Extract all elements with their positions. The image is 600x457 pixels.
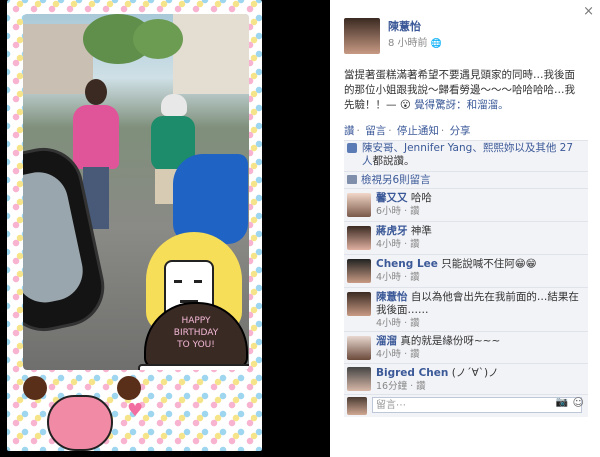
cake-text-2: BIRTHDAY (173, 328, 219, 338)
comment-item: Bigred Chen (ノ´∀`)ノ 16分鐘 · 讚 (344, 363, 588, 394)
commenter-avatar[interactable] (347, 292, 371, 316)
commenter-name[interactable]: Bigred Chen (376, 367, 448, 379)
surprised-icon: 😮 (399, 99, 411, 111)
comment-text: (ノ´∀`)ノ (451, 367, 499, 379)
cake-text-3: TO YOU! (177, 340, 215, 350)
comment-text: 神準 (410, 225, 432, 237)
likes-summary: 陳安哥、Jennifer Yang、熙熙妳以及其他 27 人都說讚。 (344, 140, 588, 171)
comment-text: 真的就是緣份呀~~~ (400, 335, 501, 347)
photo-scooter (173, 154, 248, 244)
thumbs-up-icon (347, 143, 357, 153)
comment-input[interactable]: 留言⋯ (372, 397, 582, 413)
photo[interactable]: HAPPY BIRTHDAY TO YOU! ♥ (7, 0, 262, 451)
commenter-avatar[interactable] (347, 336, 371, 360)
commenter-name[interactable]: 蔣虎牙 (376, 225, 408, 237)
comment-item: 馨又又 哈哈 6小時 · 讚 (344, 188, 588, 221)
view-previous-comments[interactable]: 檢視另6則留言 (344, 171, 588, 188)
heart-icon: ♥ (127, 400, 144, 421)
comment-like-link[interactable]: 讚 (410, 272, 420, 283)
comment-like-link[interactable]: 讚 (410, 239, 420, 250)
commenter-avatar[interactable] (347, 367, 371, 391)
comment-item: 溜溜 真的就是緣份呀~~~ 4小時 · 讚 (344, 331, 588, 363)
share-link[interactable]: 分享 (450, 125, 471, 137)
comment-item: Cheng Lee 只能說喊不住阿😁😁 4小時 · 讚 (344, 254, 588, 287)
author-avatar[interactable] (344, 18, 380, 54)
viewer-avatar (347, 397, 367, 415)
post-feeling[interactable]: 覺得驚訝：和溜溜。 (414, 99, 509, 111)
commenter-avatar[interactable] (347, 226, 371, 250)
post-text: 當提著蛋糕滿著希望不要遇見頭家的同時…我後面的那位小姐跟我說～歸看勞邊～～～哈哈… (344, 68, 584, 113)
comment-like-link[interactable]: 讚 (416, 381, 426, 392)
comment-link[interactable]: 留言 (365, 125, 386, 137)
comment-time[interactable]: 4小時 (376, 318, 401, 329)
comment-text: 只能說喊不住阿😁😁 (441, 258, 537, 270)
photo-street-scene: HAPPY BIRTHDAY TO YOU! (23, 14, 249, 370)
cake-text-1: HAPPY (181, 316, 211, 326)
comment-like-link[interactable]: 讚 (410, 318, 420, 329)
close-icon[interactable]: × (583, 4, 594, 19)
comment-like-link[interactable]: 讚 (410, 206, 420, 217)
comment-like-link[interactable]: 讚 (410, 349, 420, 360)
photo-cartoon-character: HAPPY BIRTHDAY TO YOU! (138, 232, 249, 370)
comment-time[interactable]: 4小時 (376, 349, 401, 360)
comment-bubble-icon (347, 175, 357, 184)
comment-time[interactable]: 16分鐘 (376, 381, 407, 392)
comment-time[interactable]: 6小時 (376, 206, 401, 217)
likes-suffix: 都說讚。 (372, 155, 415, 167)
post-time-text[interactable]: 8 小時前 (388, 38, 428, 49)
commenter-avatar[interactable] (347, 259, 371, 283)
comment-time[interactable]: 4小時 (376, 239, 401, 250)
commenter-name[interactable]: 陳薏怡 (376, 291, 408, 303)
comment-item: 蔣虎牙 神準 4小時 · 讚 (344, 221, 588, 254)
commenter-avatar[interactable] (347, 193, 371, 217)
commenter-name[interactable]: 溜溜 (376, 335, 397, 347)
post-actions: 讚 · 留言 · 停止通知 · 分享 (344, 125, 471, 137)
emoji-icon[interactable]: ☺ (573, 396, 584, 409)
commenter-name[interactable]: Cheng Lee (376, 258, 438, 270)
commenter-name[interactable]: 馨又又 (376, 192, 408, 204)
author-name[interactable]: 陳薏怡 (388, 18, 421, 34)
view-previous-label[interactable]: 檢視另6則留言 (361, 174, 431, 186)
globe-icon: 🌐 (430, 39, 442, 49)
comment-text: 哈哈 (410, 192, 432, 204)
comment-time[interactable]: 4小時 (376, 272, 401, 283)
comment-item: 陳薏怡 自以為他會出先在我前面的…結果在我後面…… 4小時 · 讚 (344, 287, 588, 331)
camera-icon[interactable]: 📷 (556, 397, 568, 408)
stop-notifications-link[interactable]: 停止通知 (397, 125, 439, 137)
comment-composer: 留言⋯ 📷 ☺ (344, 394, 588, 417)
like-link[interactable]: 讚 (344, 125, 355, 137)
post-time[interactable]: 8 小時前 🌐 (388, 34, 442, 49)
photo-frame-face: ♥ (17, 370, 257, 451)
photo-stage: HAPPY BIRTHDAY TO YOU! ♥ (0, 0, 330, 457)
